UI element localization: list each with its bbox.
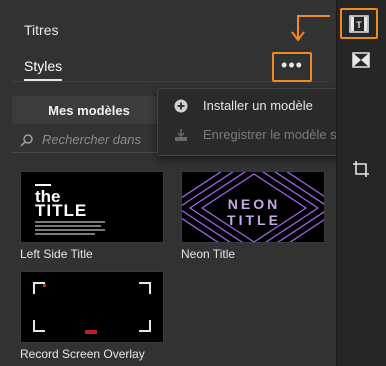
save-icon: [175, 129, 187, 141]
thumb-body-lines: [35, 221, 107, 235]
transitions-tool-button[interactable]: [336, 43, 386, 77]
template-name[interactable]: Neon Title: [181, 247, 235, 261]
template-name[interactable]: Left Side Title: [20, 247, 93, 261]
rec-badge-icon: [85, 330, 97, 334]
record-dot-icon: [43, 284, 46, 287]
thumb-text-title: TITLE: [227, 212, 281, 228]
panel-title-titres[interactable]: Titres: [24, 22, 58, 38]
tab-styles[interactable]: Styles: [24, 58, 62, 74]
template-thumb-neon-title[interactable]: NEON TITLE: [181, 171, 325, 243]
titles-tool-button[interactable]: T: [340, 8, 378, 39]
titles-film-icon: T: [349, 14, 369, 33]
search-input[interactable]: [42, 132, 162, 147]
frame-corner: [33, 320, 45, 332]
frame-corner: [139, 320, 151, 332]
titles-panel: Titres Styles ••• Mes modèles the TITLE …: [0, 0, 336, 366]
menu-item-label: Installer un modèle: [203, 98, 313, 113]
crop-tool-button[interactable]: [336, 152, 386, 186]
more-options-button[interactable]: •••: [272, 52, 312, 82]
thumb-bar: [35, 184, 51, 186]
thumb-text-title: TITLE: [35, 201, 88, 220]
frame-corner: [139, 282, 151, 294]
template-name[interactable]: Record Screen Overlay: [20, 347, 145, 361]
search-box: [12, 130, 162, 153]
plus-circle-icon: [174, 99, 188, 113]
menu-item-label: Enregistrer le modèle sous: [203, 127, 358, 142]
transition-icon: [352, 52, 370, 68]
template-thumb-left-side-title[interactable]: the TITLE: [20, 171, 164, 243]
callout-arrow-icon: [291, 15, 330, 42]
search-icon: [20, 134, 33, 147]
svg-text:T: T: [356, 20, 362, 30]
tab-mes-modeles[interactable]: Mes modèles: [12, 96, 166, 124]
thumb-text-neon: NEON: [227, 196, 281, 212]
template-thumb-record-screen-overlay[interactable]: [20, 271, 164, 343]
more-dots-icon: •••: [281, 55, 303, 75]
crop-icon: [353, 161, 369, 177]
